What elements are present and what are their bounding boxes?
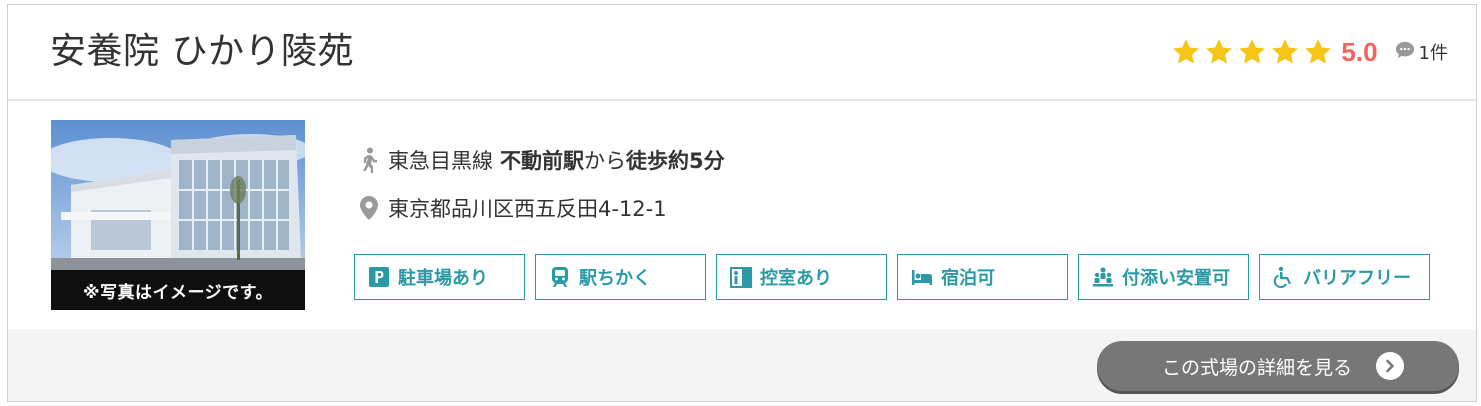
station-name: 不動前駅	[500, 149, 584, 173]
star-icon	[1237, 37, 1267, 67]
star-icon	[1204, 37, 1234, 67]
feature-label: 控室あり	[760, 268, 832, 289]
card-header: 安養院 ひかり陵苑 5.0 1件	[8, 5, 1476, 101]
feature-label: バリアフリー	[1303, 268, 1411, 289]
view-details-button[interactable]: この式場の詳細を見る	[1097, 341, 1459, 391]
hall-name[interactable]: 安養院 ひかり陵苑	[50, 29, 354, 75]
access-from: から	[584, 149, 626, 173]
review-count-link[interactable]: 1件	[1394, 39, 1448, 65]
star-icon	[1270, 37, 1300, 67]
feature-label: 駅ちかく	[579, 268, 651, 289]
star-icon	[1171, 37, 1201, 67]
map-pin-icon	[358, 195, 380, 221]
star-icon	[1303, 37, 1333, 67]
chevron-right-icon	[1376, 352, 1404, 380]
parking-icon	[368, 266, 390, 288]
feature-overnight[interactable]: 宿泊可	[897, 254, 1068, 300]
feature-attendants[interactable]: 付添い安置可	[1078, 254, 1249, 300]
attendants-icon	[1092, 266, 1114, 288]
view-details-label: この式場の詳細を見る	[1161, 356, 1352, 379]
address-info: 東京都品川区西五反田4-12-1	[358, 193, 667, 223]
speech-bubble-icon	[1394, 40, 1416, 64]
card-footer: この式場の詳細を見る	[8, 329, 1476, 401]
address-text: 東京都品川区西五反田4-12-1	[388, 197, 667, 221]
waiting-room-icon	[730, 266, 752, 288]
feature-near-station[interactable]: 駅ちかく	[535, 254, 706, 300]
train-line: 東急目黒線	[388, 149, 493, 173]
feature-label: 宿泊可	[941, 268, 995, 289]
feature-waiting-room[interactable]: 控室あり	[716, 254, 887, 300]
access-info: 東急目黒線 不動前駅 から 徒歩約5分	[358, 145, 725, 175]
walking-icon	[358, 147, 380, 173]
train-icon	[549, 266, 571, 288]
rating: 5.0 1件	[1171, 35, 1448, 69]
bed-icon	[911, 266, 933, 288]
hall-photo[interactable]: ※写真はイメージです。	[51, 120, 305, 310]
feature-tags: 駐車場あり 駅ちかく 控室あり 宿泊可 付添い安置可 バリアフリー	[354, 254, 1440, 300]
card-body: ※写真はイメージです。 東急目黒線 不動前駅 から 徒歩約5分 東京都品川区西五…	[8, 101, 1476, 329]
review-count: 1件	[1418, 43, 1448, 64]
feature-barrier-free[interactable]: バリアフリー	[1259, 254, 1430, 300]
wheelchair-icon	[1273, 266, 1295, 288]
walk-time: 徒歩約5分	[626, 149, 725, 173]
feature-label: 駐車場あり	[398, 268, 488, 289]
rating-score: 5.0	[1341, 36, 1378, 67]
feature-label: 付添い安置可	[1122, 268, 1230, 289]
feature-parking[interactable]: 駐車場あり	[354, 254, 525, 300]
photo-caption: ※写真はイメージです。	[51, 270, 305, 310]
rating-stars	[1171, 37, 1336, 67]
hall-card: 安養院 ひかり陵苑 5.0 1件 ※写真はイメージです。 東急目黒線 不動前駅 …	[7, 4, 1477, 402]
